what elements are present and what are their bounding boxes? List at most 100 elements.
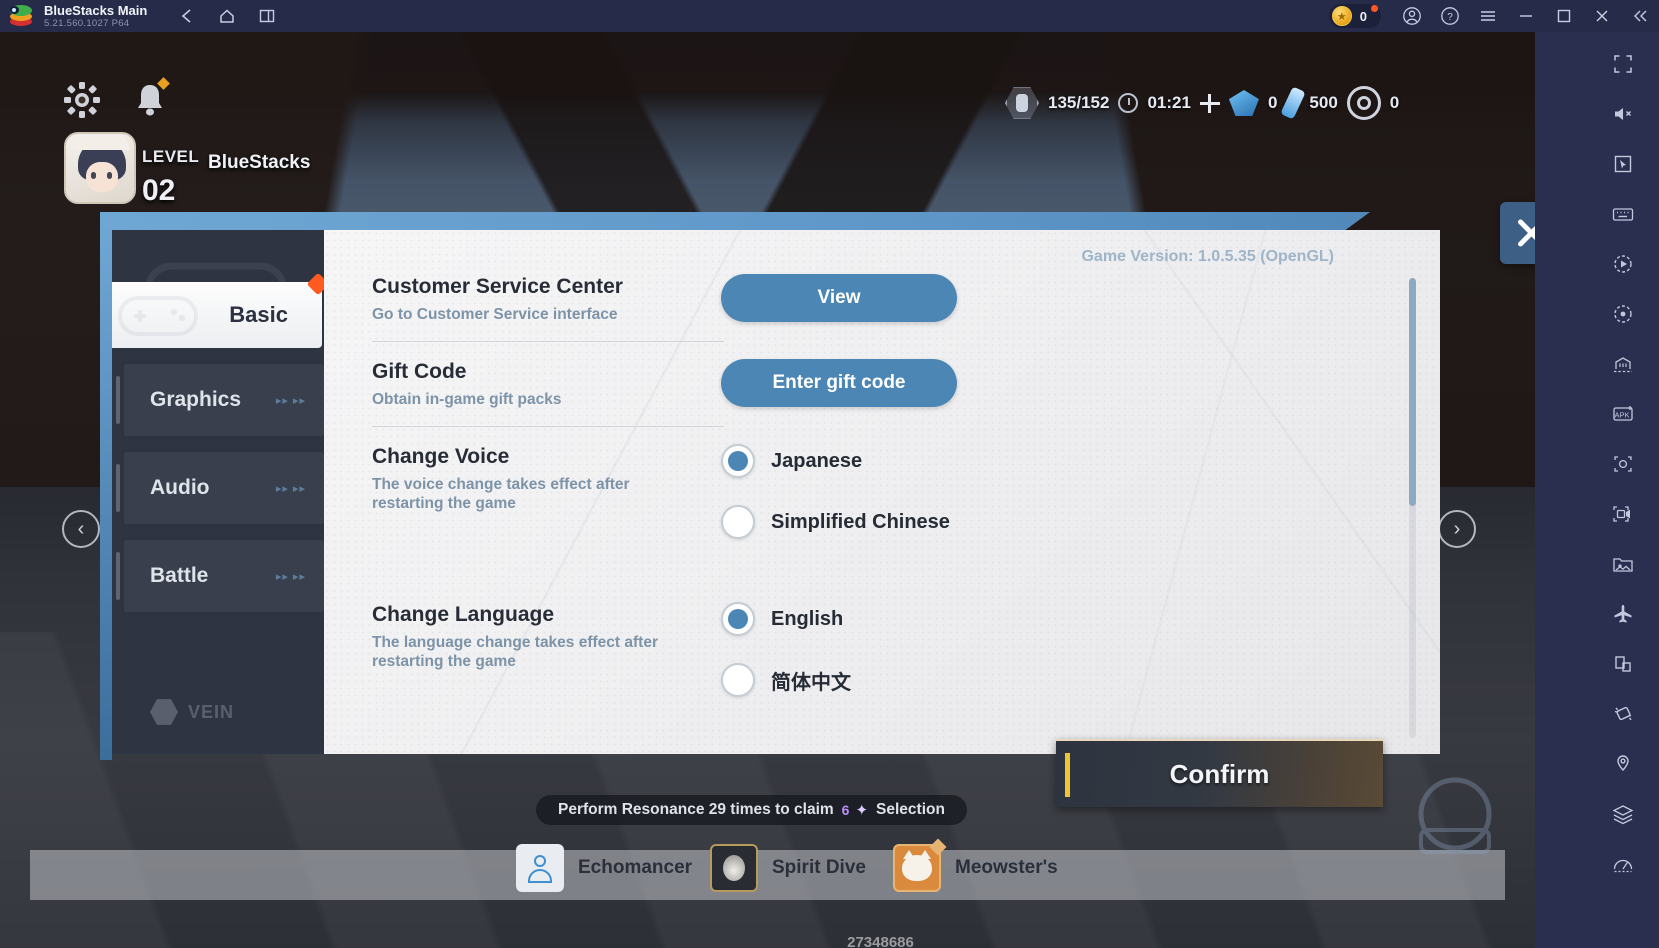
- toast-gem-value: 6: [841, 802, 850, 818]
- vial-icon: [1280, 86, 1307, 120]
- bottom-item-meowsters[interactable]: Meowster's: [893, 838, 1058, 892]
- gem-icon: [1228, 90, 1259, 116]
- media-manager-icon[interactable]: [1601, 542, 1645, 586]
- echomancer-icon: [516, 844, 564, 892]
- account-icon[interactable]: [1393, 0, 1431, 32]
- setting-title: Change Voice: [372, 445, 510, 468]
- chevron-right-icon: ▸▸ ▸▸: [275, 570, 306, 583]
- sync-icon[interactable]: [1601, 292, 1645, 336]
- confirm-button[interactable]: Confirm: [1056, 739, 1383, 807]
- close-dialog-button[interactable]: [1500, 202, 1535, 264]
- gamepad-icon: [118, 296, 198, 336]
- maximize-icon[interactable]: [1545, 0, 1583, 32]
- hud-resource-bar: 135/152 01:21 0 500 0: [1005, 84, 1399, 122]
- toast-text-before: Perform Resonance 29 times to claim: [558, 801, 834, 818]
- keyboard-icon[interactable]: [1601, 192, 1645, 236]
- notification-dot: [1371, 5, 1378, 12]
- eco-mode-icon[interactable]: [1601, 342, 1645, 386]
- titlebar-nav: [177, 6, 277, 26]
- multi-window-icon[interactable]: [1601, 642, 1645, 686]
- vein-os-watermark: VEIN: [150, 698, 234, 726]
- bluestacks-points-pill[interactable]: ★ 0: [1328, 4, 1381, 28]
- view-button[interactable]: View: [721, 274, 957, 322]
- collapse-icon[interactable]: [1621, 0, 1659, 32]
- bottom-item-label: Meowster's: [955, 857, 1058, 878]
- layers-icon[interactable]: [1601, 792, 1645, 836]
- gem-count: 0: [1267, 93, 1278, 112]
- meowsters-icon: [893, 838, 947, 892]
- close-icon[interactable]: [1583, 0, 1621, 32]
- device-serial-number: 27348686: [847, 934, 914, 948]
- scrollbar-thumb[interactable]: [1409, 278, 1416, 506]
- currency-ring-icon: [1346, 86, 1381, 120]
- language-option-simplified-chinese[interactable]: 简体中文: [721, 663, 1384, 697]
- toast-text-after: Selection: [876, 801, 945, 818]
- fullscreen-icon[interactable]: [1601, 42, 1645, 86]
- mute-icon[interactable]: [1601, 92, 1645, 136]
- radio-selected-icon[interactable]: [721, 602, 755, 636]
- next-page-arrow-icon[interactable]: ›: [1438, 510, 1476, 548]
- sidebar-item-battle[interactable]: Battle ▸▸ ▸▸: [112, 540, 324, 612]
- settings-gear-icon[interactable]: [62, 80, 102, 120]
- performance-icon[interactable]: [1601, 842, 1645, 886]
- timer-value: 01:21: [1147, 93, 1191, 112]
- cursor-icon[interactable]: [1601, 142, 1645, 186]
- sidebar-item-basic[interactable]: Basic: [112, 272, 324, 348]
- setting-description: Obtain in-game gift packs: [372, 391, 562, 408]
- bottom-item-spirit-dive[interactable]: Spirit Dive: [710, 844, 866, 892]
- home-icon[interactable]: [217, 6, 237, 26]
- airplane-icon[interactable]: [1601, 592, 1645, 636]
- setting-row-change-language: Change Language The language change take…: [324, 602, 1384, 724]
- sidebar-item-graphics[interactable]: Graphics ▸▸ ▸▸: [112, 364, 324, 436]
- setting-description: The language change takes effect after r…: [372, 634, 658, 670]
- voice-option-japanese[interactable]: Japanese: [721, 444, 1384, 478]
- bottom-navigation-bar: Echomancer Spirit Dive Meowster's: [0, 777, 1535, 948]
- sidebar-item-label: Audio: [150, 476, 210, 499]
- radio-unselected-icon[interactable]: [721, 505, 755, 539]
- sidebar-item-label: Graphics: [150, 388, 242, 411]
- spirit-dive-icon: [710, 844, 758, 892]
- back-icon[interactable]: [177, 6, 197, 26]
- window-version: 5.21.560.1027 P64: [44, 17, 130, 29]
- clock-icon: [1118, 93, 1139, 113]
- prev-page-arrow-icon[interactable]: ‹: [62, 510, 100, 548]
- shake-icon[interactable]: [1601, 692, 1645, 736]
- sidebar-item-audio[interactable]: Audio ▸▸ ▸▸: [112, 452, 324, 524]
- game-viewport[interactable]: LEVEL 02 BlueStacks 135/152 01:21 0 500 …: [0, 32, 1535, 948]
- chevron-right-icon: ▸▸ ▸▸: [275, 394, 306, 407]
- install-apk-icon[interactable]: APK: [1601, 392, 1645, 436]
- ring-count: 0: [1389, 93, 1400, 112]
- add-stamina-icon[interactable]: [1199, 93, 1220, 113]
- menu-icon[interactable]: [1469, 0, 1507, 32]
- help-icon[interactable]: ?: [1431, 0, 1469, 32]
- bluestacks-sidebar-toolbar: APK: [1535, 32, 1659, 948]
- chevron-right-icon: ▸▸ ▸▸: [275, 482, 306, 495]
- svg-text:?: ?: [1447, 12, 1453, 23]
- vein-os-label: VEIN: [188, 701, 235, 722]
- enter-gift-code-button[interactable]: Enter gift code: [721, 359, 957, 407]
- minimize-icon[interactable]: [1507, 0, 1545, 32]
- bluestacks-titlebar: BlueStacks Main 5.21.560.1027 P64 ★ 0 ?: [0, 0, 1659, 32]
- settings-rows: Customer Service Center Go to Customer S…: [324, 274, 1384, 724]
- avatar[interactable]: [64, 132, 136, 204]
- setting-row-customer-service: Customer Service Center Go to Customer S…: [324, 274, 1384, 324]
- bottom-item-echomancer[interactable]: Echomancer: [516, 844, 692, 892]
- radio-unselected-icon[interactable]: [721, 663, 755, 697]
- vial-count: 500: [1309, 93, 1338, 112]
- multi-instance-icon[interactable]: [257, 6, 277, 26]
- notifications-bell-icon[interactable]: [130, 77, 170, 120]
- stamina-value: 135/152: [1048, 93, 1110, 112]
- location-icon[interactable]: [1601, 742, 1645, 786]
- radio-selected-icon[interactable]: [721, 444, 755, 478]
- player-name: BlueStacks: [208, 152, 311, 173]
- setting-row-change-voice: Change Voice The voice change takes effe…: [324, 444, 1384, 566]
- macro-play-icon[interactable]: [1601, 242, 1645, 286]
- settings-content-panel: Game Version: 1.0.5.35 (OpenGL) Customer…: [324, 230, 1440, 754]
- record-screen-icon[interactable]: [1601, 492, 1645, 536]
- screenshot-icon[interactable]: [1601, 442, 1645, 486]
- language-option-english[interactable]: English: [721, 602, 1384, 636]
- voice-option-simplified-chinese[interactable]: Simplified Chinese: [721, 505, 1384, 539]
- settings-scrollbar[interactable]: [1409, 278, 1416, 738]
- radio-label: Simplified Chinese: [771, 510, 950, 533]
- setting-row-gift-code: Gift Code Obtain in-game gift packs Ente…: [324, 359, 1384, 409]
